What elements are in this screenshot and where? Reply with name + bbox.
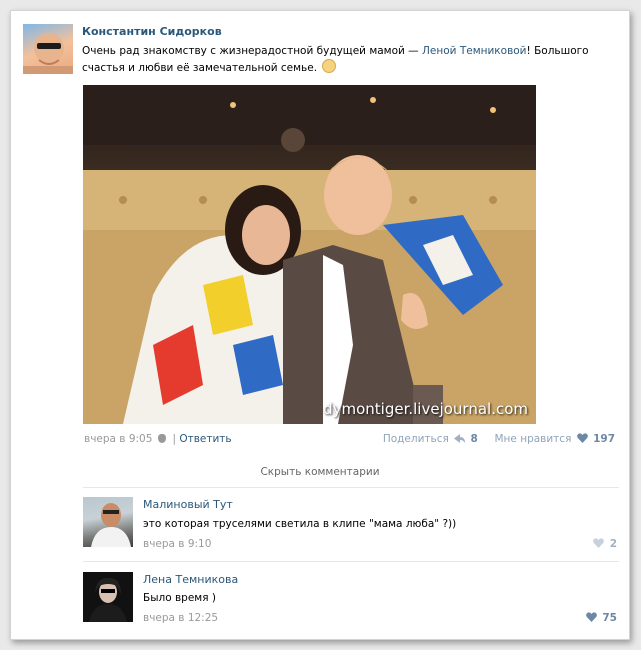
like-label: Мне нравится: [494, 433, 572, 445]
smiley-emoji-icon: [322, 59, 337, 73]
comment-like-button[interactable]: 75: [584, 612, 617, 624]
divider: [83, 561, 619, 562]
comment-time[interactable]: вчера в 9:10: [143, 538, 211, 550]
hide-comments-link[interactable]: Скрыть комментарии: [11, 466, 629, 478]
comment-time[interactable]: вчера в 12:25: [143, 612, 218, 624]
comment-like-button[interactable]: 2: [591, 538, 617, 550]
post-author-name[interactable]: Константин Сидорков: [82, 25, 222, 38]
post-photo[interactable]: dymontiger.livejournal.com: [83, 85, 536, 424]
share-label: Поделиться: [382, 433, 449, 445]
like-count: 197: [593, 433, 615, 445]
comment-author[interactable]: Малиновый Тут: [143, 498, 233, 511]
heart-icon: [593, 538, 604, 548]
comment-text: Было время ): [143, 592, 216, 604]
post-time[interactable]: вчера в 9:05: [84, 433, 152, 445]
wall-post-card: Константин Сидорков Очень рад знакомству…: [10, 10, 630, 640]
post-author-avatar[interactable]: [23, 24, 73, 74]
comment-text: это которая труселями светила в клипе "м…: [143, 518, 457, 530]
mention-link[interactable]: Леной Темниковой: [422, 45, 527, 57]
comment-avatar[interactable]: [83, 572, 133, 622]
heart-icon: [585, 612, 597, 622]
post-text: Очень рад знакомству с жизнерадостной бу…: [82, 44, 602, 76]
reply-link[interactable]: Ответить: [179, 433, 231, 445]
meta-separator: |: [172, 433, 176, 445]
comment-like-count: 2: [609, 538, 617, 550]
apple-icon: [157, 434, 166, 443]
like-button[interactable]: Мне нравится 197: [494, 433, 615, 445]
post-actions: Поделиться 8 Мне нравится 197: [383, 433, 615, 445]
divider: [83, 487, 619, 488]
post-meta: вчера в 9:05 | Ответить: [84, 433, 232, 445]
comment-avatar[interactable]: [83, 497, 133, 547]
share-icon: [454, 434, 466, 443]
post-text-before: Очень рад знакомству с жизнерадостной бу…: [82, 45, 423, 57]
photo-watermark: dymontiger.livejournal.com: [323, 400, 528, 418]
heart-icon: [576, 433, 588, 443]
comment-like-count: 75: [602, 612, 617, 624]
share-count: 8: [470, 433, 478, 445]
photo-illustration: [83, 85, 536, 424]
share-button[interactable]: Поделиться 8: [383, 433, 481, 445]
comment-author[interactable]: Лена Темникова: [143, 573, 238, 586]
